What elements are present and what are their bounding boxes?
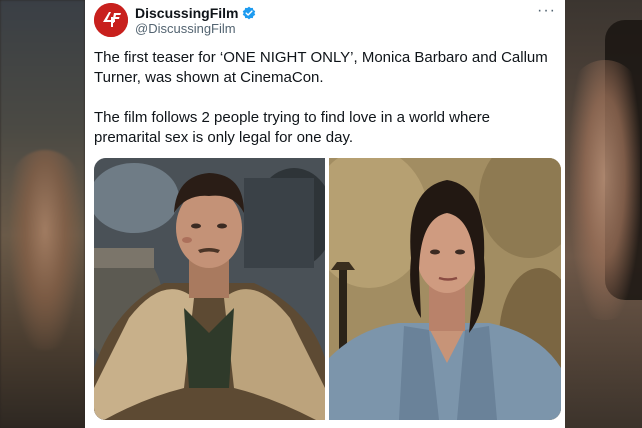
tweet-header: DiscussingFilm @DiscussingFilm ··· <box>85 0 565 44</box>
media-image-monica-barbaro[interactable] <box>329 158 561 420</box>
author-name-row: DiscussingFilm <box>135 4 256 22</box>
author-name[interactable]: DiscussingFilm <box>135 5 238 21</box>
photo-woman-outdoors <box>329 158 561 420</box>
discussingfilm-logo-icon <box>94 3 128 37</box>
background-blur-right <box>565 0 642 428</box>
tweet-text-paragraph-1: The first teaser for ‘ONE NIGHT ONLY’, M… <box>94 49 548 86</box>
more-options-icon[interactable]: ··· <box>537 2 556 20</box>
avatar[interactable] <box>94 3 128 37</box>
background-hair <box>605 20 642 300</box>
tweet-text-paragraph-2: The film follows 2 people trying to find… <box>94 109 491 146</box>
media-image-callum-turner[interactable] <box>94 158 325 420</box>
verified-badge-icon <box>243 6 256 20</box>
background-blur-left <box>0 0 85 428</box>
tweet-media[interactable] <box>94 158 561 420</box>
author-handle[interactable]: @DiscussingFilm <box>135 21 236 36</box>
photo-man-in-aviator-jacket <box>94 158 325 420</box>
tweet-card: DiscussingFilm @DiscussingFilm ··· The f… <box>85 0 565 428</box>
